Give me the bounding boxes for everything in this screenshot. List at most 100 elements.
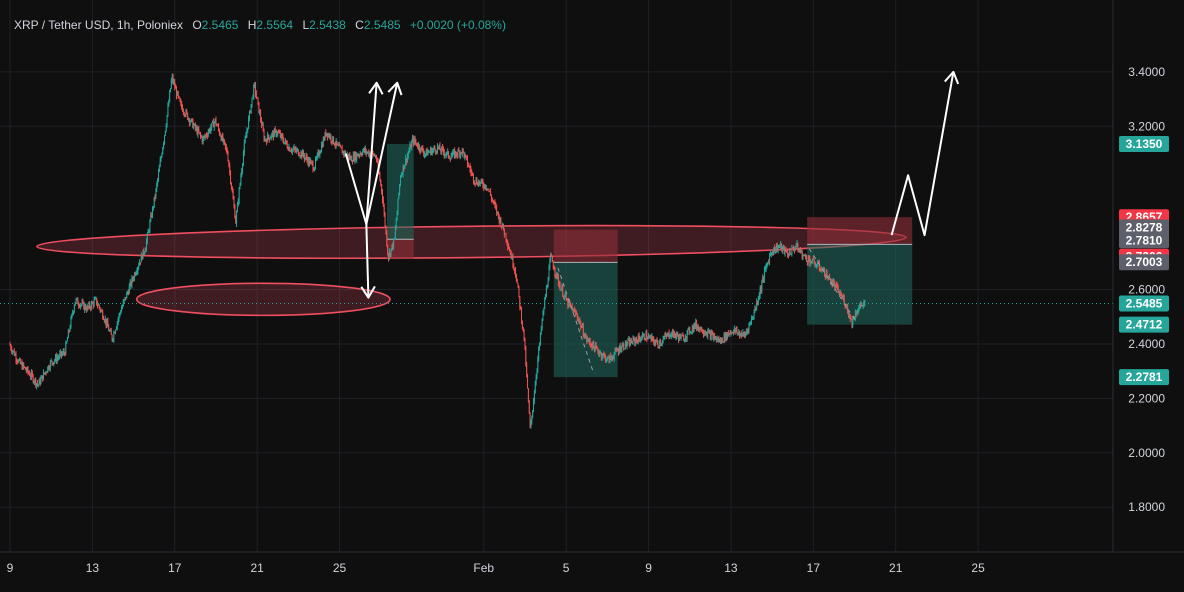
candle-body: [315, 158, 316, 168]
candle-body: [280, 134, 282, 138]
candle-body: [161, 153, 163, 158]
candle-body: [44, 372, 46, 374]
candle-body: [382, 199, 384, 207]
candle-body: [612, 358, 614, 360]
candle-body: [608, 356, 610, 363]
candle-body: [200, 135, 202, 138]
candle-body: [255, 84, 256, 94]
candle-body: [584, 336, 586, 338]
candle-body: [788, 251, 790, 256]
candle-body: [391, 244, 393, 249]
candle-body: [85, 305, 86, 310]
candle-body: [50, 360, 52, 362]
candle-body: [675, 335, 677, 338]
candle-body: [597, 348, 599, 352]
candle-body: [194, 123, 195, 126]
candle-body: [606, 357, 608, 360]
candle-body: [61, 353, 63, 356]
candle-body: [806, 261, 808, 263]
candle-body: [522, 327, 524, 330]
candle-body: [263, 130, 265, 140]
candle-body: [614, 349, 616, 354]
target-zone: [553, 262, 618, 378]
candle-body: [358, 155, 360, 157]
candle-body: [179, 97, 181, 102]
candle-body: [400, 174, 402, 177]
candle-body: [134, 273, 136, 275]
candle-body: [262, 124, 264, 131]
candle-body: [305, 156, 307, 158]
candle-body: [664, 335, 666, 338]
candle-body: [180, 101, 182, 103]
candle-body: [613, 353, 615, 359]
candle-body: [842, 297, 844, 299]
candle-body: [163, 142, 165, 148]
candle-body: [706, 333, 708, 337]
candle-body: [279, 133, 281, 138]
candle-body: [295, 149, 297, 152]
candle-body: [569, 304, 571, 306]
candle-body: [641, 338, 643, 340]
candle-body: [129, 281, 131, 287]
candle-body: [734, 328, 736, 332]
candle-body: [442, 147, 444, 149]
candle-body: [250, 104, 252, 113]
candle-body: [736, 329, 738, 334]
price-chart[interactable]: 1.8000 2.0000 2.2000 2.4000 2.6000 3.2000 3.40…: [0, 0, 1184, 592]
candle-body: [782, 246, 784, 248]
candle-body: [451, 155, 453, 157]
candle-body: [535, 376, 537, 384]
candle-body: [23, 363, 25, 367]
candle-body: [799, 249, 801, 251]
candle-body: [94, 298, 96, 301]
candle-body: [858, 307, 860, 311]
candle-body: [152, 207, 154, 209]
chart-legend: XRP / Tether USD, 1h, Poloniex O2.5465 H…: [14, 18, 506, 32]
candle-body: [339, 145, 341, 147]
candle-body: [65, 343, 67, 355]
candle-body: [55, 356, 57, 362]
candle-body: [447, 151, 449, 153]
candle-body: [505, 233, 507, 240]
candle-body: [268, 137, 270, 140]
candle-body: [624, 348, 625, 350]
candle-body: [654, 341, 655, 345]
candle-body: [754, 307, 756, 312]
candle-body: [603, 353, 605, 355]
candle-body: [730, 331, 732, 334]
candle-body: [416, 143, 418, 146]
candle-body: [303, 155, 305, 159]
candle-body: [376, 160, 378, 162]
candle-body: [66, 341, 68, 344]
candle-body: [185, 110, 187, 116]
candle-body: [135, 272, 137, 275]
candle-body: [741, 335, 743, 337]
candle-body: [540, 328, 542, 333]
candle-body: [380, 180, 382, 185]
candle-body: [426, 149, 428, 156]
candle-body: [847, 305, 849, 312]
candle-body: [711, 332, 713, 334]
candle-body: [418, 144, 419, 148]
candle-body: [422, 147, 424, 152]
price-tick-label: 1.8000: [1128, 500, 1165, 514]
candle-body: [233, 199, 235, 207]
candle-body: [459, 151, 461, 156]
candle-body: [667, 332, 669, 334]
candle-body: [373, 153, 375, 157]
candle-body: [714, 336, 716, 340]
candle-body: [685, 337, 687, 339]
candle-body: [742, 332, 744, 336]
candle-body: [90, 307, 92, 309]
candle-body: [21, 362, 23, 369]
candle-body: [336, 140, 338, 145]
candle-body: [521, 309, 522, 322]
candle-body: [413, 138, 415, 144]
price-badge-label: 2.5485: [1126, 297, 1163, 311]
candle-body: [257, 98, 259, 103]
candle-body: [202, 137, 204, 142]
candle-body: [395, 220, 397, 229]
candle-body: [533, 401, 534, 411]
candle-body: [325, 132, 327, 136]
candle-body: [127, 292, 129, 294]
